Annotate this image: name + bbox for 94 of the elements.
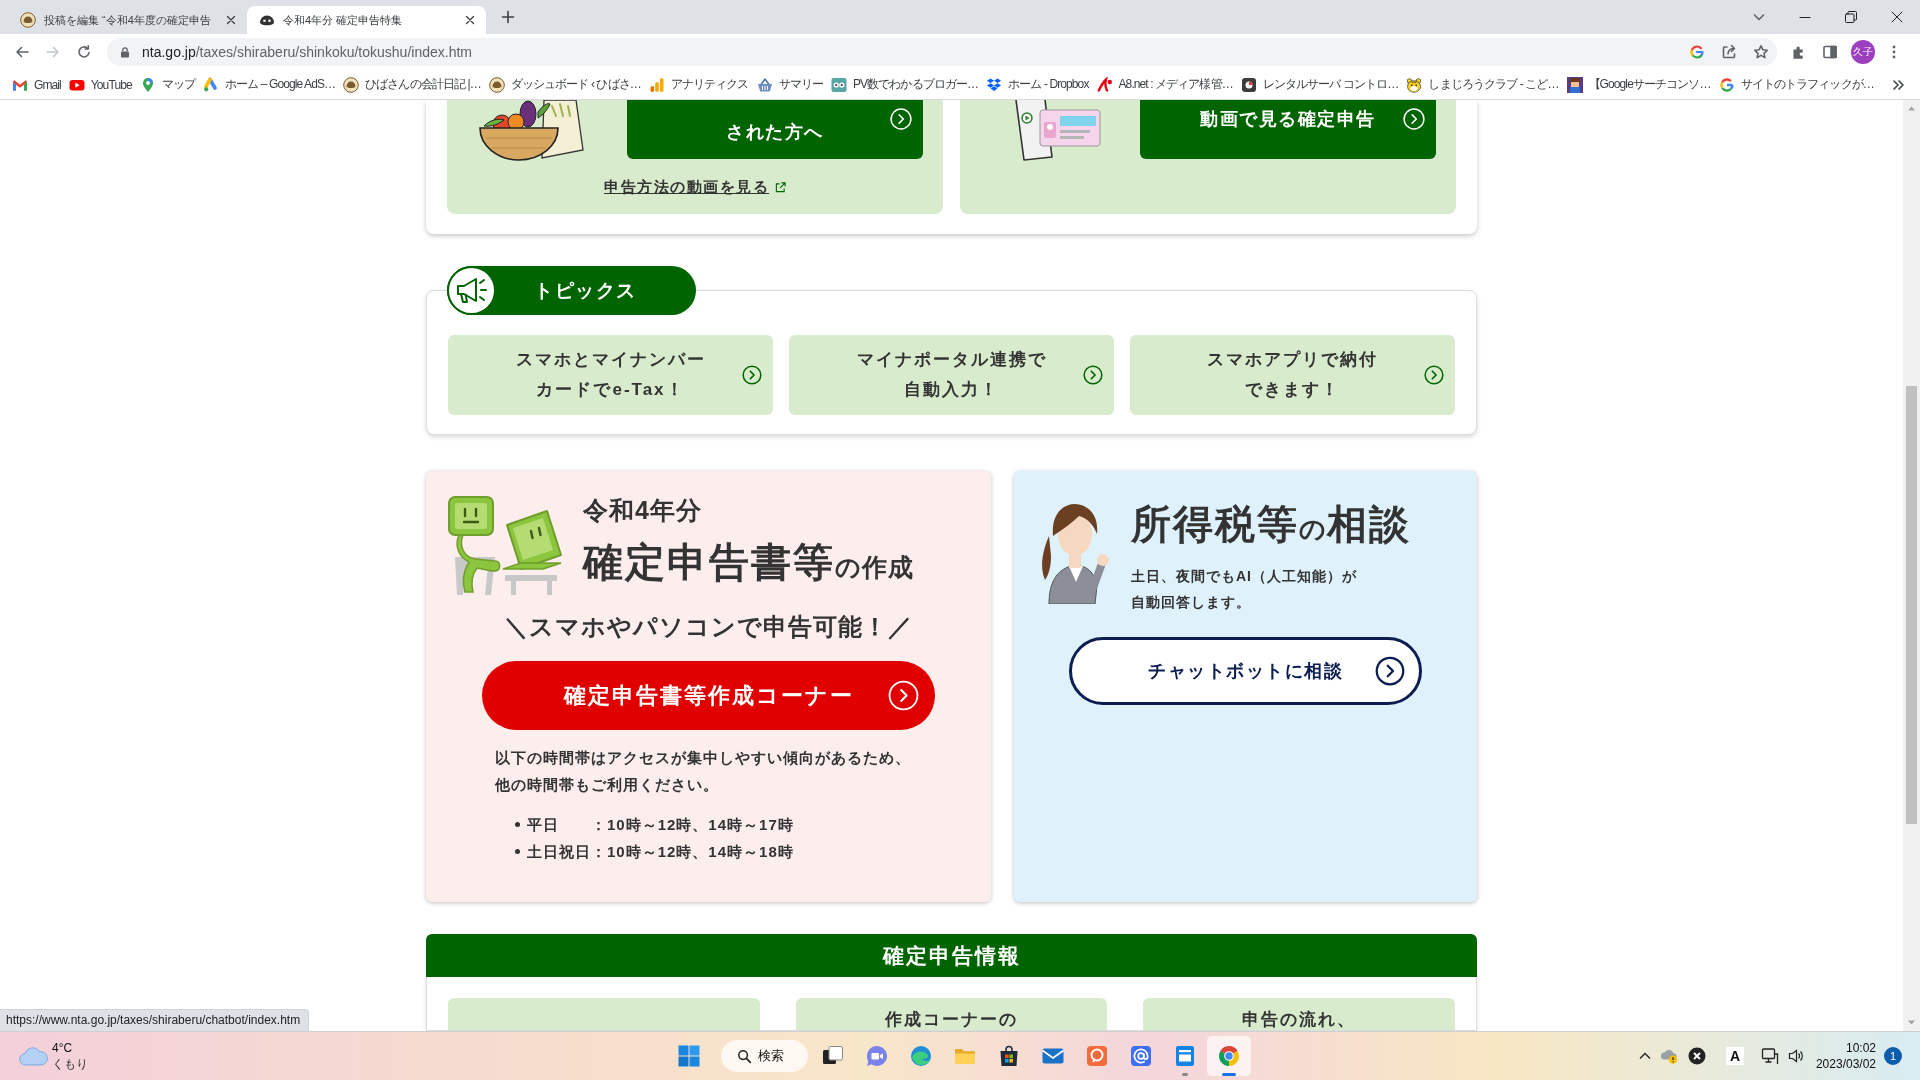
- weather-text: くもり: [52, 1056, 88, 1072]
- back-icon[interactable]: [14, 44, 30, 60]
- bookmark[interactable]: しまじろうクラブ - こど…: [1406, 76, 1559, 93]
- bookmark[interactable]: ひばさんの会計日記 |…: [343, 76, 481, 93]
- bookmark[interactable]: 【Googleサーチコンソ…: [1566, 76, 1711, 93]
- bookmark[interactable]: Gmail: [12, 76, 61, 93]
- scrollbar[interactable]: [1903, 100, 1920, 1031]
- ring-app-icon[interactable]: [1085, 1044, 1109, 1068]
- notification-badge[interactable]: 1: [1884, 1047, 1902, 1065]
- plus-icon[interactable]: [500, 9, 516, 25]
- card-heading: 確定申告書等の作成: [583, 539, 914, 586]
- bookmark[interactable]: ホーム - Dropbox: [986, 76, 1089, 93]
- clock-date[interactable]: 2023/03/02: [1815, 1056, 1876, 1072]
- description-text: 土日、夜間でもAI（人工知能）が自動回答します。: [1131, 567, 1358, 612]
- basket-icon: [756, 76, 773, 93]
- chevron-circle-icon: [887, 680, 919, 711]
- diamonds-icon: [986, 76, 1003, 93]
- profile-button[interactable]: 久子: [1851, 40, 1875, 64]
- card-heading: 所得税等の相談: [1131, 501, 1412, 548]
- topic-link[interactable]: マイナポータル連携で自動入力！: [789, 335, 1114, 415]
- topic-link[interactable]: スマホとマイナンバーカードでe-Tax！: [448, 335, 773, 415]
- creation-corner-button[interactable]: 確定申告書等作成コーナー: [482, 661, 935, 730]
- network-icon[interactable]: [1760, 1047, 1779, 1065]
- cloud-warning-icon[interactable]: [1659, 1047, 1678, 1065]
- bookmark[interactable]: YouTube: [68, 76, 132, 93]
- nav-button[interactable]: 動画で見る確定申告: [1140, 100, 1436, 159]
- share-icon[interactable]: [1721, 44, 1737, 60]
- section-title: トピックス: [534, 278, 637, 303]
- restore-icon[interactable]: [1843, 9, 1859, 25]
- at-sign-icon[interactable]: [1129, 1044, 1153, 1068]
- chevron-circle-icon: [1403, 108, 1425, 130]
- round-avatar-icon: [20, 12, 36, 28]
- lock-icon: [119, 46, 131, 58]
- bookmark[interactable]: ダッシュボード ‹ ひばさ…: [488, 76, 641, 93]
- eyes-logo-icon: [830, 76, 847, 93]
- chevron-circle-icon: [742, 365, 762, 385]
- topic-link[interactable]: スマホアプリで納付できます！: [1130, 335, 1455, 415]
- reload-icon[interactable]: [76, 44, 92, 60]
- browser-tab[interactable]: 投稿を編集 “令和4年度の確定申告: [8, 6, 247, 34]
- bookmark[interactable]: ホーム – Google AdS…: [203, 76, 336, 93]
- bookmark[interactable]: アナリティクス: [648, 76, 749, 93]
- g-logo-icon[interactable]: [1689, 44, 1705, 60]
- bar-chart-icon: [648, 76, 665, 93]
- hours-text: 土日祝日：10時～12時、14時～18時: [527, 842, 794, 862]
- search-button[interactable]: 検索: [721, 1040, 808, 1072]
- close-icon[interactable]: [1889, 9, 1905, 25]
- swoosh-icon: [1096, 76, 1113, 93]
- input-mode-indicator[interactable]: A: [1725, 1047, 1744, 1065]
- notice-text: 以下の時間帯はアクセスが集中しやすい傾向があるため、他の時間帯もご利用ください。: [495, 748, 912, 795]
- volume-icon[interactable]: [1787, 1048, 1804, 1064]
- clock-time[interactable]: 10:02: [1845, 1040, 1876, 1056]
- bookmark[interactable]: サマリー: [756, 76, 823, 93]
- start-icon[interactable]: [677, 1044, 701, 1068]
- bookmark[interactable]: PV数でわかるブロガー…: [830, 76, 979, 93]
- tagline: ＼スマホやパソコンで申告可能！／: [503, 612, 914, 642]
- chatbot-button[interactable]: チャットボットに相談: [1069, 637, 1422, 705]
- bookmark[interactable]: レンタルサーバ コントロ…: [1240, 76, 1399, 93]
- bookmark[interactable]: A8.net : メディア様管…: [1096, 76, 1233, 93]
- video-link[interactable]: 申告方法の動画を見る: [604, 177, 786, 197]
- round-browser-icon[interactable]: [1207, 1036, 1251, 1076]
- bullet-icon: [515, 849, 520, 854]
- info-link[interactable]: 作成コーナーの: [795, 998, 1108, 1030]
- chevron-circle-icon: [1424, 365, 1444, 385]
- temperature-text: 4°C: [52, 1040, 74, 1056]
- browser-tab[interactable]: 令和4年分 確定申告特集: [247, 6, 486, 34]
- hours-text: 平日 ：10時～12時、14時～17時: [527, 815, 794, 835]
- nav-button[interactable]: された方へ: [627, 100, 923, 159]
- bookmark[interactable]: サイトのトラフィックが…: [1718, 76, 1874, 93]
- info-link[interactable]: 申告の流れ、: [1143, 998, 1455, 1030]
- tiger-face-icon: [1406, 76, 1423, 93]
- bookmark[interactable]: マップ: [139, 76, 195, 93]
- status-bubble: https://www.nta.go.jp/taxes/shiraberu/chatbot/index.htm: [0, 1009, 310, 1031]
- address-bar[interactable]: nta.go.jp/taxes/shiraberu/shinkoku/tokushu/index.htm: [107, 38, 1777, 66]
- side-panel-icon[interactable]: [1822, 44, 1838, 60]
- search-icon: [737, 1048, 752, 1064]
- chevron-circle-icon: [1375, 656, 1405, 686]
- chevron-circle-icon: [890, 108, 912, 130]
- round-avatar-icon: [343, 76, 360, 93]
- bullet-icon: [515, 822, 520, 827]
- swirl-browser-icon[interactable]: [909, 1044, 933, 1068]
- video-chat-icon[interactable]: [865, 1044, 889, 1068]
- round-avatar-icon: [488, 76, 505, 93]
- document-app-icon[interactable]: [1173, 1044, 1197, 1068]
- chevron-circle-icon: [1083, 365, 1103, 385]
- year-label: 令和4年分: [583, 495, 703, 525]
- rounded-square-icon: [1240, 76, 1257, 93]
- scrollbar-thumb[interactable]: [1906, 386, 1917, 824]
- external-link-icon: [775, 181, 786, 193]
- pixel-art-icon: [1566, 76, 1583, 93]
- close-circle-icon[interactable]: [1687, 1047, 1706, 1065]
- star-icon[interactable]: [1753, 44, 1769, 60]
- section-header: 確定申告情報: [426, 934, 1477, 977]
- slanted-bars-icon: [203, 76, 219, 93]
- g-logo-icon: [1718, 76, 1735, 93]
